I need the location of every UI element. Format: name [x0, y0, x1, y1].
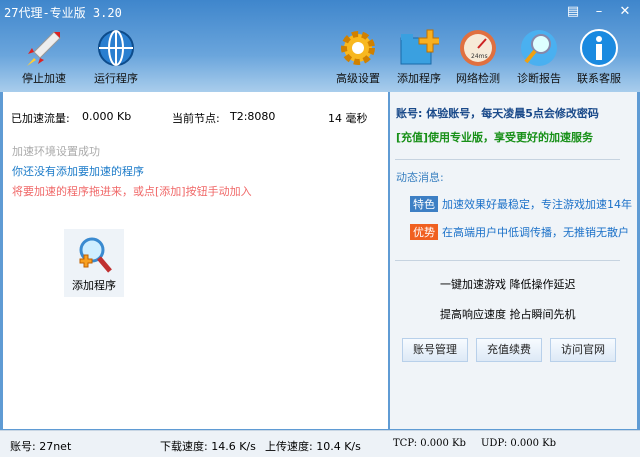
globe-icon: [96, 28, 136, 68]
clipboard-icon: ▤: [566, 4, 580, 19]
info-panel: 账号: 体验账号，每天凌晨5点会修改密码 [充值]使用专业版，享受更好的加速服务…: [390, 92, 637, 429]
skin-button[interactable]: ▤: [560, 2, 586, 22]
udp-traffic: UDP: 0.000 Kb: [481, 438, 557, 449]
download-speed: 下载速度: 14.6 K/s: [160, 440, 256, 453]
visit-website-button[interactable]: 访问官网: [550, 338, 616, 362]
status-message: 加速环境设置成功: [12, 145, 100, 158]
traffic-value: 0.000 Kb: [82, 110, 132, 123]
upgrade-link[interactable]: [充值]使用专业版，享受更好的加速服务: [396, 129, 593, 145]
close-button[interactable]: ✕: [612, 2, 638, 22]
gear-icon: [338, 28, 378, 68]
magnifier-add-icon: [74, 235, 114, 275]
rocket-icon: [24, 28, 64, 68]
window-title: 27代理-专业版 3.20: [4, 6, 122, 20]
account-notice: 账号: 体验账号，每天凌晨5点会修改密码: [396, 107, 599, 120]
tcp-traffic: TCP: 0.000 Kb: [393, 438, 466, 449]
slogan: 提高响应速度 抢占瞬间先机: [440, 308, 576, 321]
slogan: 一键加速游戏 降低操作延迟: [440, 278, 576, 291]
node-label: 当前节点:: [172, 112, 220, 125]
upload-speed: 上传速度: 10.4 K/s: [265, 440, 361, 453]
speedometer-icon: 24ms: [458, 28, 498, 68]
add-program-toolbar-button[interactable]: 添加程序: [387, 28, 451, 86]
status-account: 账号: 27net: [10, 440, 72, 453]
advanced-settings-button[interactable]: 高级设置: [326, 28, 390, 86]
no-program-message: 你还没有添加要加速的程序: [12, 165, 144, 178]
magnifier-icon: [519, 28, 559, 68]
divider: [395, 159, 620, 160]
hint-message: 将要加速的程序拖进来，或点[添加]按钮手动加入: [12, 185, 252, 198]
latency-value: 14 毫秒: [328, 112, 368, 125]
node-value: T2:8080: [230, 110, 276, 123]
minimize-icon: –: [595, 4, 603, 19]
network-test-button[interactable]: 24ms 网络检测: [446, 28, 510, 86]
account-management-button[interactable]: 账号管理: [402, 338, 468, 362]
news-heading: 动态消息:: [396, 171, 444, 184]
divider: [395, 260, 620, 261]
svg-text:24ms: 24ms: [471, 53, 488, 60]
minimize-button[interactable]: –: [586, 2, 612, 22]
info-icon: [579, 28, 619, 68]
close-icon: ✕: [619, 4, 631, 19]
add-program-button[interactable]: 添加程序: [64, 229, 124, 297]
recharge-button[interactable]: 充值续费: [476, 338, 542, 362]
news-item[interactable]: 优势 在高端用户中低调传播，无推销无散户: [410, 224, 629, 240]
traffic-label: 已加速流量:: [11, 112, 70, 125]
folder-add-icon: [399, 28, 442, 68]
news-item[interactable]: 特色 加速效果好最稳定，专注游戏加速14年: [410, 196, 632, 212]
main-panel: 已加速流量: 0.000 Kb 当前节点: T2:8080 14 毫秒 加速环境…: [3, 92, 388, 429]
status-bar: 账号: 27net 下载速度: 14.6 K/s 上传速度: 10.4 K/s …: [0, 430, 640, 457]
run-program-button[interactable]: 运行程序: [84, 28, 148, 86]
diagnostic-report-button[interactable]: 诊断报告: [507, 28, 571, 86]
contact-support-button[interactable]: 联系客服: [567, 28, 631, 86]
stop-acceleration-button[interactable]: 停止加速: [12, 28, 76, 86]
header: 27代理-专业版 3.20 ▤ – ✕ 停止加速 运行程序 高级设置 添加程序 …: [0, 0, 640, 92]
